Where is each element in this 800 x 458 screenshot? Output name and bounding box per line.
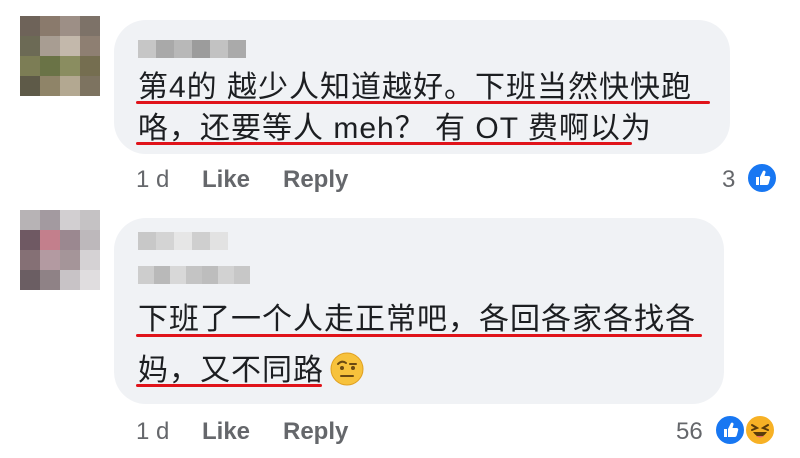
reaction-count[interactable]: 3 bbox=[722, 166, 735, 194]
comment-text: 妈，又不同路 bbox=[138, 354, 324, 387]
like-icon[interactable] bbox=[714, 414, 746, 446]
reply-button[interactable]: Reply bbox=[283, 418, 348, 446]
avatar[interactable] bbox=[20, 210, 100, 290]
commenter-name-blurred[interactable] bbox=[138, 232, 228, 250]
like-icon[interactable] bbox=[746, 162, 778, 194]
comment-text-line-1: 下班了一个人走正常吧，各回各家各找各 bbox=[138, 303, 696, 336]
like-button[interactable]: Like bbox=[202, 166, 250, 194]
comment-timestamp[interactable]: 1 d bbox=[136, 166, 169, 194]
highlight-underline bbox=[136, 142, 632, 145]
reply-button[interactable]: Reply bbox=[283, 166, 348, 194]
reaction-count[interactable]: 56 bbox=[676, 418, 703, 446]
highlight-underline bbox=[136, 384, 322, 387]
commenter-subtitle-blurred bbox=[138, 266, 250, 284]
comment-timestamp[interactable]: 1 d bbox=[136, 418, 169, 446]
commenter-name-blurred[interactable] bbox=[138, 40, 246, 58]
like-button[interactable]: Like bbox=[202, 418, 250, 446]
haha-icon[interactable] bbox=[744, 414, 776, 446]
highlight-underline bbox=[136, 334, 702, 337]
highlight-underline bbox=[136, 101, 710, 104]
avatar[interactable] bbox=[20, 16, 100, 96]
raised-eyebrow-emoji-icon bbox=[330, 352, 364, 386]
